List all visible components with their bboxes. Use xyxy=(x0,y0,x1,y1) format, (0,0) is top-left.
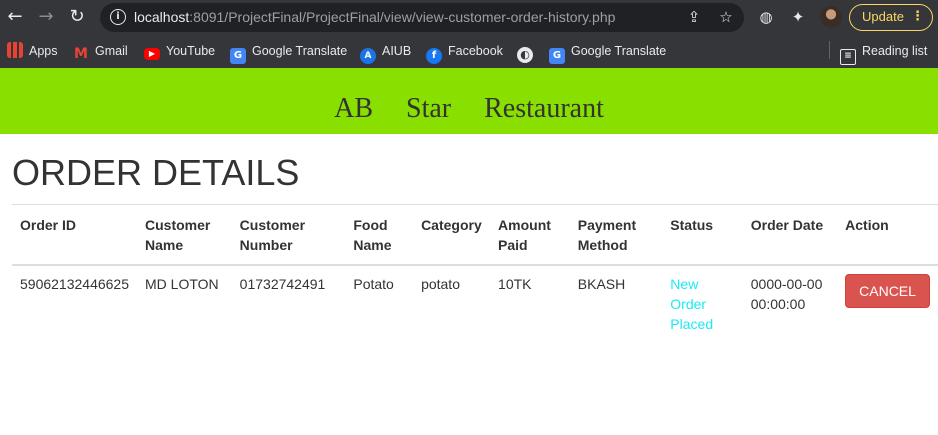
bookmark-globe[interactable]: ◐ xyxy=(517,42,539,63)
column-header-customer-name: Customer Name xyxy=(137,204,232,266)
gmail-icon: M xyxy=(74,46,88,62)
bookmarks-divider xyxy=(829,41,830,59)
cell-food-name: Potato xyxy=(353,276,394,292)
page-title: ORDER DETAILS xyxy=(12,152,300,193)
reading-list-icon: ≡ xyxy=(840,49,856,65)
bookmark-gmail[interactable]: M Gmail xyxy=(73,42,128,62)
apps-grid-icon xyxy=(7,42,23,58)
bookmarks-bar: Apps M Gmail ▶ YouTube G Google Translate A… xyxy=(0,35,938,68)
url-text[interactable]: localhost:8091/ProjectFinal/ProjectFinal… xyxy=(134,9,615,26)
column-header-customer-number: Customer Number xyxy=(231,204,346,266)
table-header-row: Order ID Customer Name Customer Number F… xyxy=(12,204,938,266)
bookmark-google-translate-2[interactable]: G Google Translate xyxy=(549,42,667,64)
cell-order-id: 59062132446625 xyxy=(20,276,130,292)
bookmark-label: Facebook xyxy=(448,44,503,58)
address-bar[interactable]: i localhost:8091/ProjectFinal/ProjectFin… xyxy=(100,3,744,32)
aiub-icon: A xyxy=(360,48,376,64)
bookmark-aiub[interactable]: A AIUB xyxy=(360,42,412,64)
back-arrow-icon[interactable]: ← xyxy=(3,5,27,29)
star-bookmark-icon[interactable]: ☆ xyxy=(716,7,736,27)
column-header-order-date: Order Date xyxy=(742,204,838,266)
extensions-puzzle-icon[interactable]: ✦ xyxy=(787,6,809,28)
bookmark-label: Apps xyxy=(29,44,58,58)
column-header-category: Category xyxy=(413,204,491,266)
column-header-action: Action xyxy=(837,204,938,266)
column-header-payment-method: Payment Method xyxy=(569,204,663,266)
cancel-button[interactable]: CANCEL xyxy=(845,274,930,308)
bookmark-apps[interactable]: Apps xyxy=(7,42,58,60)
google-translate-icon: G xyxy=(230,48,246,64)
reading-list[interactable]: ≡ Reading list xyxy=(840,42,928,65)
reload-icon[interactable]: ↻ xyxy=(65,5,89,29)
menu-dots-icon: ⋮ xyxy=(911,9,924,24)
bookmark-google-translate[interactable]: G Google Translate xyxy=(230,42,348,64)
bookmark-label: AIUB xyxy=(382,44,412,58)
column-header-status: Status xyxy=(662,204,743,266)
column-header-amount-paid: Amount Paid xyxy=(490,204,570,266)
bookmark-label: Google Translate xyxy=(571,44,667,58)
cell-amount-paid: 10TK xyxy=(498,276,532,292)
translate-globe-icon[interactable]: ◍ xyxy=(755,6,777,28)
browser-toolbar: ← → ↻ i localhost:8091/ProjectFinal/Proj… xyxy=(0,0,938,35)
orders-table: Order ID Customer Name Customer Number F… xyxy=(12,204,938,343)
google-translate-icon: G xyxy=(549,48,565,64)
bookmark-youtube[interactable]: ▶ YouTube xyxy=(144,42,215,60)
url-path: :8091/ProjectFinal/ProjectFinal/view/vie… xyxy=(189,9,616,25)
share-icon[interactable]: ⇪ xyxy=(684,7,704,27)
column-header-food-name: Food Name xyxy=(345,204,414,266)
bookmark-facebook[interactable]: f Facebook xyxy=(426,42,503,64)
column-header-order-id: Order ID xyxy=(12,204,138,266)
table-row: 59062132446625 MD LOTON 01732742491 Pota… xyxy=(12,265,938,343)
reading-list-label: Reading list xyxy=(862,44,928,58)
site-title: AB Star Restaurant xyxy=(334,93,604,124)
facebook-icon: f xyxy=(426,48,442,64)
cell-customer-name: MD LOTON xyxy=(145,276,219,292)
profile-avatar[interactable] xyxy=(820,6,842,28)
site-info-icon[interactable]: i xyxy=(110,9,126,25)
globe-icon: ◐ xyxy=(517,47,533,63)
bookmark-label: Google Translate xyxy=(252,44,348,58)
bookmark-label: YouTube xyxy=(166,44,216,58)
youtube-icon: ▶ xyxy=(144,48,160,60)
update-label: Update xyxy=(862,9,904,24)
cell-category: potato xyxy=(421,276,460,292)
cell-payment-method: BKASH xyxy=(577,276,626,292)
cell-order-date: 0000-00-00 00:00:00 xyxy=(750,276,823,312)
cell-action: CANCEL xyxy=(837,265,938,343)
url-host: localhost xyxy=(134,9,190,25)
cell-status: New Order Placed xyxy=(670,276,714,332)
bookmark-label: Gmail xyxy=(95,44,128,58)
site-header: AB Star Restaurant xyxy=(0,68,938,134)
forward-arrow-icon[interactable]: → xyxy=(34,5,58,29)
update-button[interactable]: Update ⋮ xyxy=(849,4,933,31)
cell-customer-number: 01732742491 xyxy=(239,276,326,292)
